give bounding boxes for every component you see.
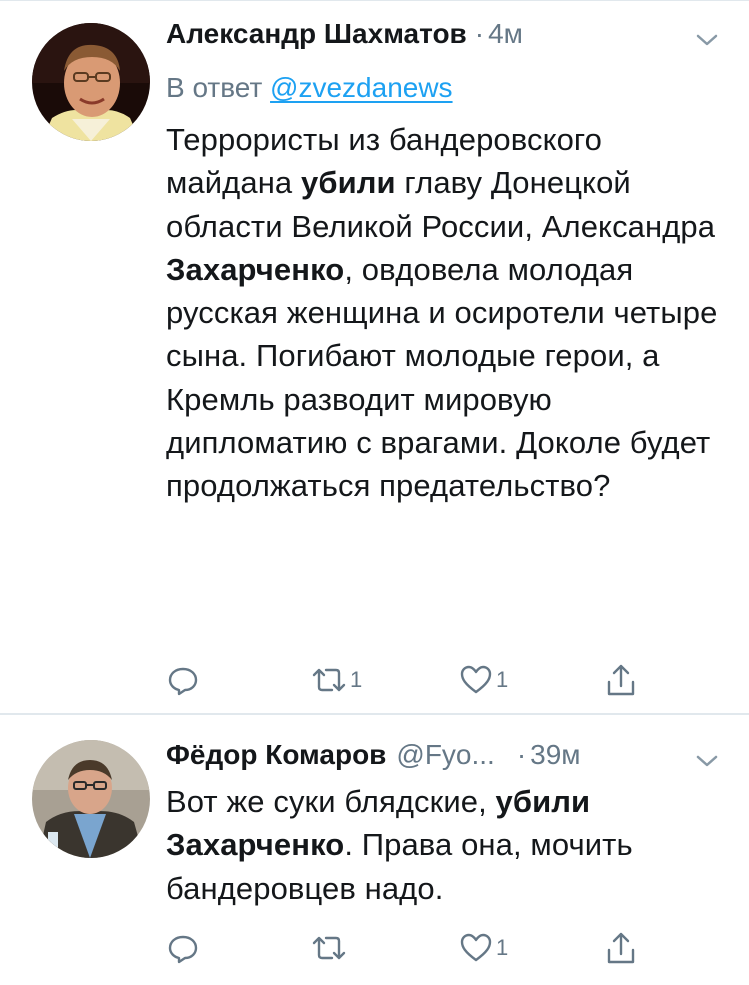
tweet-header: Фёдор Комаров @Fyo... · 39м xyxy=(166,739,719,771)
like-button[interactable]: 1 xyxy=(458,928,508,968)
avatar[interactable] xyxy=(32,740,150,858)
separator-dot: · xyxy=(474,18,485,49)
share-button[interactable] xyxy=(604,660,638,700)
text-bold-segment: убили xyxy=(300,165,396,201)
text-segment: Вот же суки блядские, xyxy=(166,784,496,819)
retweet-icon xyxy=(310,931,348,965)
reply-button[interactable] xyxy=(166,660,200,700)
share-icon xyxy=(604,930,638,966)
tweet-actions: 1 1 xyxy=(166,660,646,700)
text-segment: , овдовела молодая русская женщина и оси… xyxy=(166,251,718,504)
author-handle[interactable]: @Fyo... xyxy=(396,739,494,771)
author-name[interactable]: Александр Шахматов xyxy=(166,18,467,50)
reply-mention-link[interactable]: @zvezdanews xyxy=(270,72,453,103)
reply-to: В ответ @zvezdanews xyxy=(166,72,453,104)
like-count: 1 xyxy=(496,935,509,960)
reply-icon xyxy=(166,663,200,697)
tweet-text: Вот же суки блядские, убили Захарченко. … xyxy=(166,780,726,910)
retweet-icon xyxy=(310,663,348,697)
timestamp[interactable]: 39м xyxy=(530,739,580,771)
like-icon xyxy=(458,931,494,965)
author-name[interactable]: Фёдор Комаров xyxy=(166,739,386,771)
retweet-count: 1 xyxy=(350,667,363,692)
text-bold-segment: Захарченко xyxy=(166,827,345,863)
retweet-button[interactable] xyxy=(310,928,348,968)
tweet-1[interactable]: Александр Шахматов · 4м В ответ @zvezdan… xyxy=(0,0,749,713)
tweet-actions: 1 xyxy=(166,928,646,968)
avatar[interactable] xyxy=(32,23,150,141)
like-icon xyxy=(458,663,494,697)
text-bold-segment: Захарченко xyxy=(166,251,345,287)
timestamp[interactable]: 4м xyxy=(488,18,523,50)
share-icon xyxy=(604,662,638,698)
tweet-2[interactable]: Фёдор Комаров @Fyo... · 39м Вот же суки … xyxy=(0,713,749,985)
chevron-down-icon[interactable] xyxy=(695,32,719,48)
tweet-text: Террористы из бандеровского майдана убил… xyxy=(166,118,726,508)
separator-dot: · xyxy=(516,739,527,770)
reply-icon xyxy=(166,931,200,965)
like-count: 1 xyxy=(496,667,509,692)
reply-prefix: В ответ xyxy=(166,72,271,103)
tweet-header: Александр Шахматов · 4м xyxy=(166,18,719,50)
reply-button[interactable] xyxy=(166,928,200,968)
text-bold-segment: убили xyxy=(495,784,591,819)
retweet-button[interactable]: 1 xyxy=(310,660,362,700)
share-button[interactable] xyxy=(604,928,638,968)
like-button[interactable]: 1 xyxy=(458,660,508,700)
chevron-down-icon[interactable] xyxy=(695,753,719,769)
